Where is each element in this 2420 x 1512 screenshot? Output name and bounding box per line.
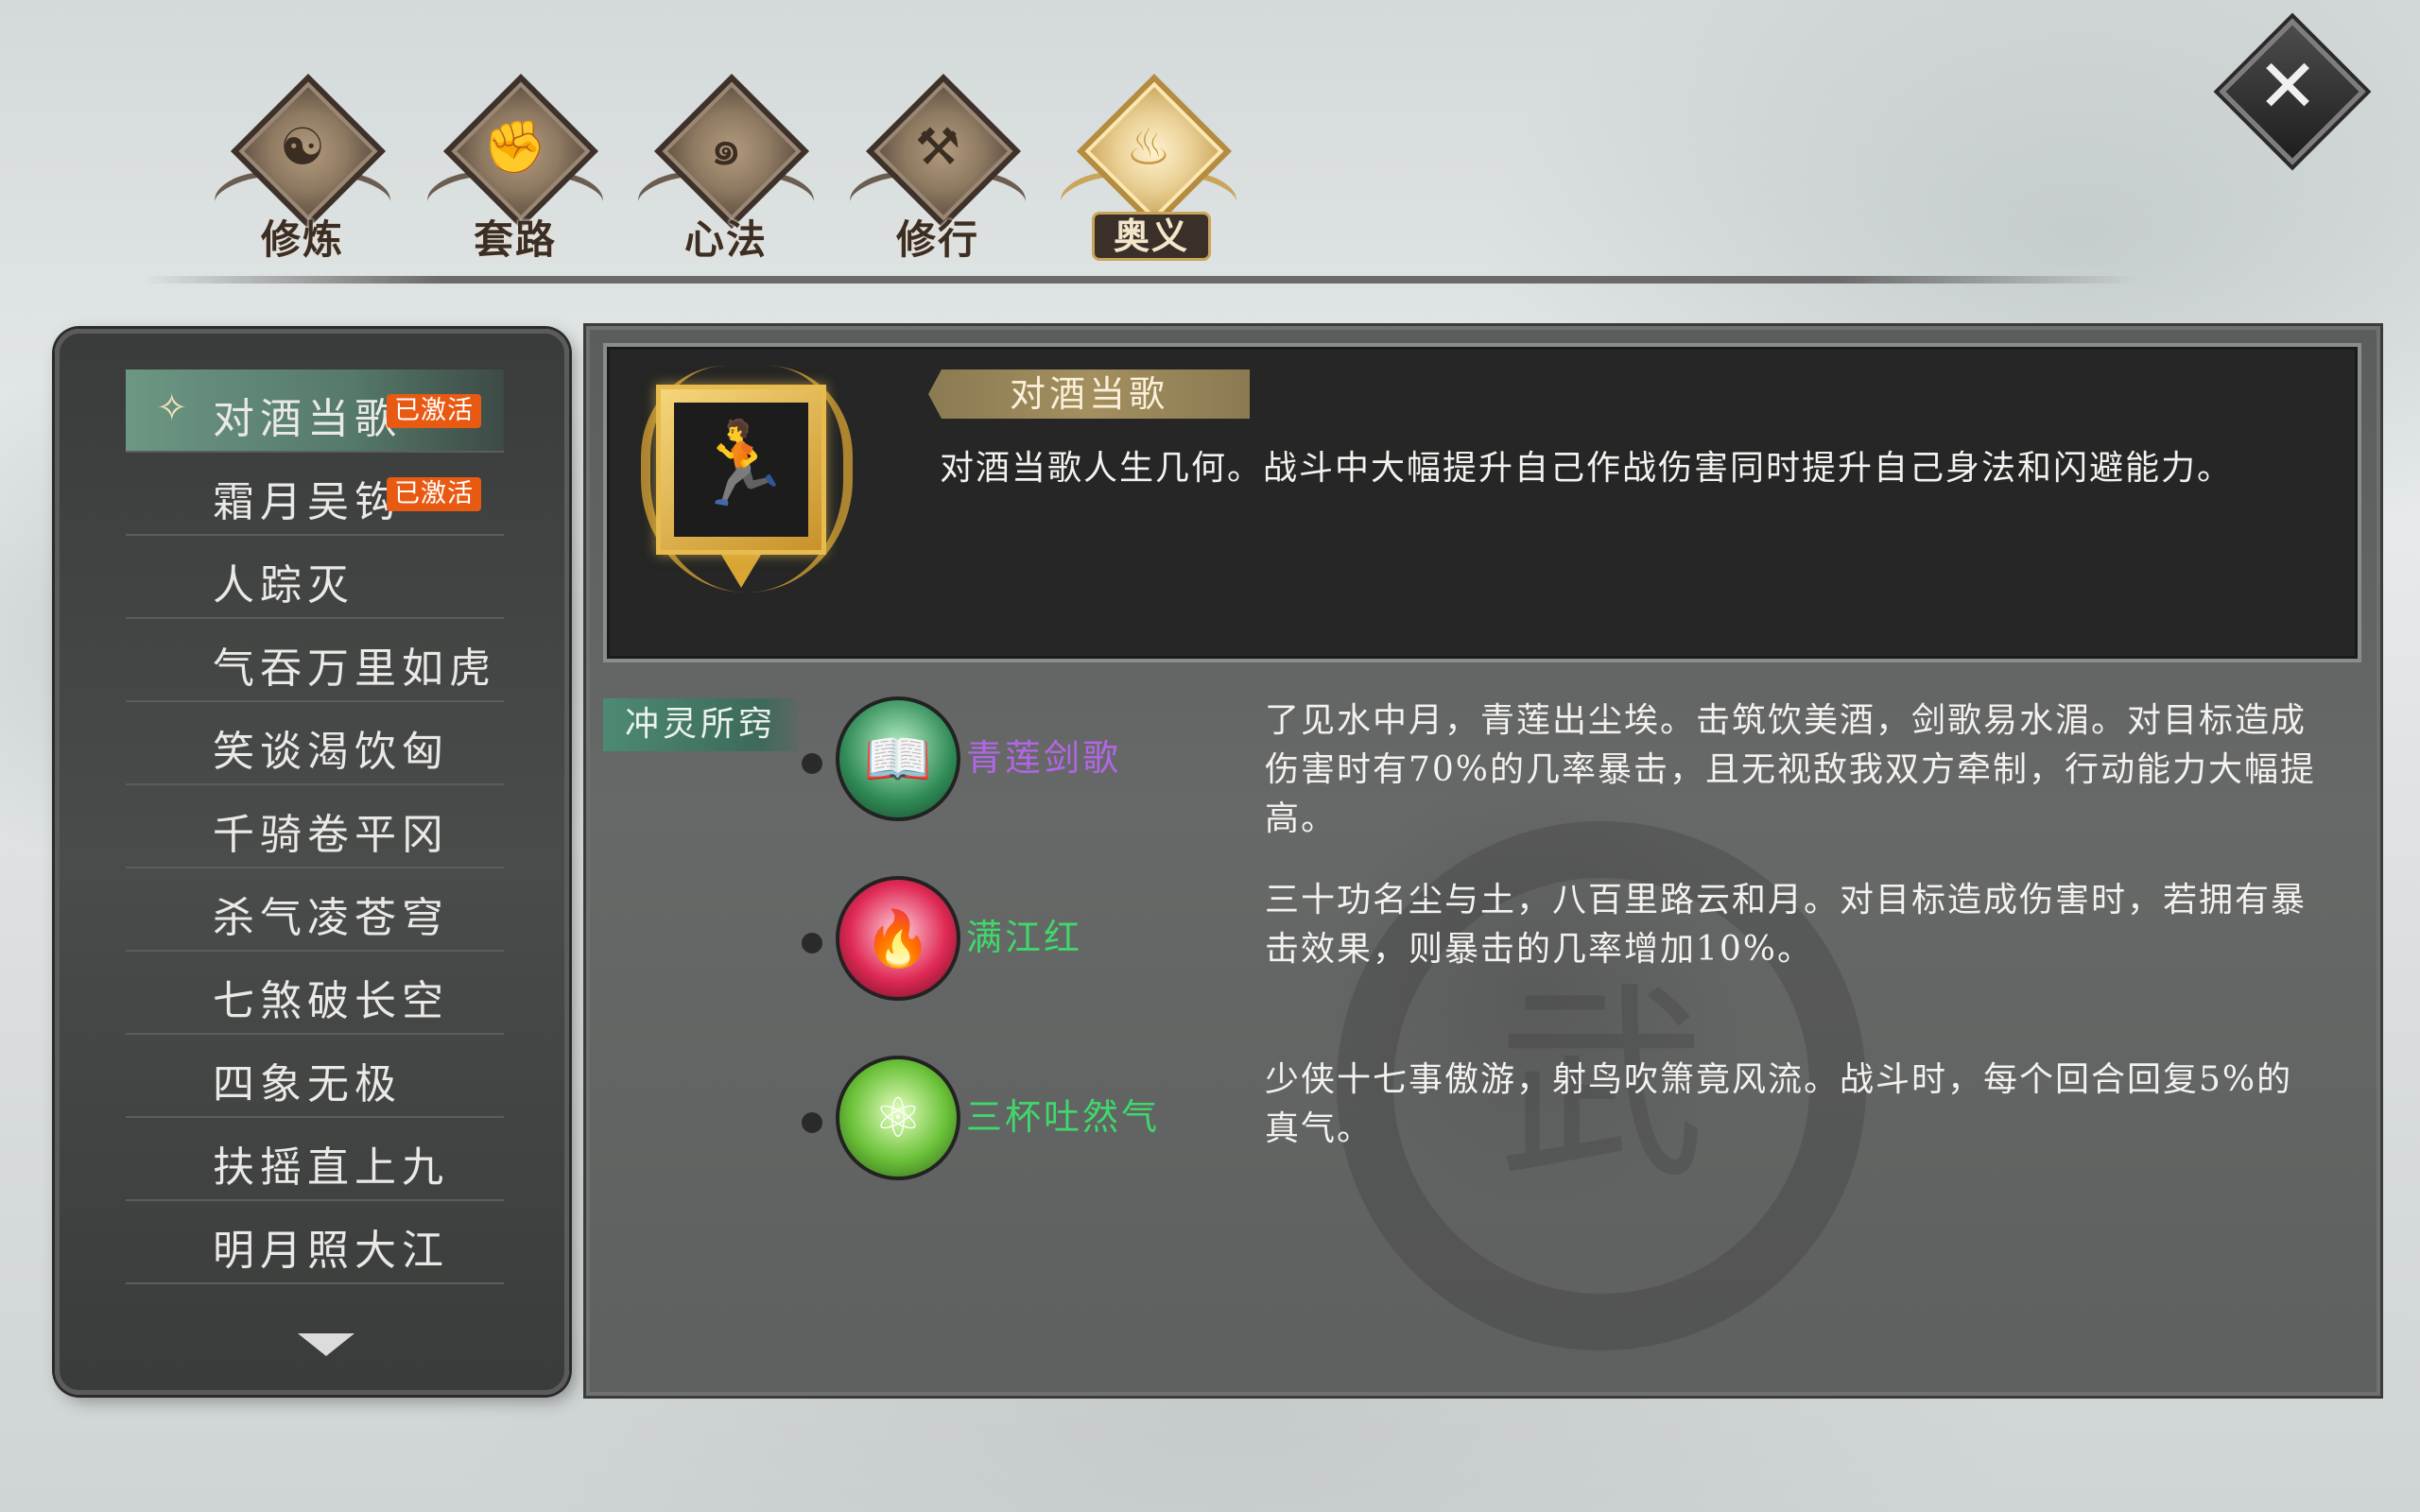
fist-icon: ✊ (483, 117, 547, 177)
sub-skill-name: 三杯吐然气 (966, 1096, 1161, 1138)
tab-cultivate[interactable]: ☯ 修炼 (208, 73, 397, 265)
list-item[interactable]: 明月照大江 (126, 1201, 504, 1284)
close-button[interactable] (2219, 18, 2366, 165)
green-rune-icon[interactable]: ⚛ (836, 1056, 960, 1180)
list-item[interactable]: ✧ 对酒当歌 已激活 (126, 369, 504, 453)
tab-label: 修炼 (260, 216, 344, 263)
icon-frame-tail (718, 550, 764, 588)
sub-skill-description: 了见水中月，青莲出尘埃。击筑饮美酒，剑歌易水湄。对目标造成伤害时有70%的几率暴… (1265, 701, 2317, 838)
list-item-name: 人踪灭 (213, 561, 354, 610)
yin-yang-icon: ☯ (279, 117, 326, 177)
list-item-name: 千骑卷平冈 (213, 811, 449, 859)
skill-list: ✧ 对酒当歌 已激活 霜月吴钩 已激活 人踪灭 气吞万里如虎 笑谈渴饮匈 千骑卷… (126, 369, 504, 1284)
list-item-name: 笑谈渴饮匈 (213, 728, 449, 776)
activated-badge: 已激活 (387, 477, 481, 511)
scroll-down-icon[interactable] (298, 1333, 354, 1356)
list-item[interactable]: 四象无极 (126, 1035, 504, 1118)
tab-practice[interactable]: ⚒ 修行 (843, 73, 1032, 265)
flame-icon: ♨ (1125, 117, 1172, 177)
skill-detail-panel: 武 🏃 对酒当歌 对酒当歌人生几何。战斗中大幅提升自己作战伤害同时提升自己身法和… (586, 326, 2380, 1396)
skill-summary-box: 🏃 对酒当歌 对酒当歌人生几何。战斗中大幅提升自己作战伤害同时提升自己身法和闪避… (603, 343, 2361, 662)
activated-badge: 已激活 (387, 394, 481, 428)
header-divider (142, 276, 2136, 284)
tab-label: 套路 (473, 216, 557, 263)
list-item-name: 气吞万里如虎 (213, 644, 496, 693)
tab-label: 修行 (895, 216, 979, 263)
sub-skill-row: 🔥 满江红 三十功名尘与土，八百里路云和月。对目标造成伤害时，若拥有暴击效果，则… (590, 876, 2367, 1018)
tab-mystery[interactable]: ♨ 奥义 (1054, 73, 1243, 265)
sub-skill-row: ⚛ 三杯吐然气 少侠十七事傲游，射鸟吹箫竟风流。战斗时，每个回合回复5%的真气。 (590, 1056, 2367, 1197)
lotus-book-icon[interactable]: 📖 (836, 696, 960, 821)
tab-label: 心法 (683, 216, 768, 263)
list-item[interactable]: 杀气凌苍穹 (126, 868, 504, 952)
sub-skill-name: 青莲剑歌 (966, 737, 1122, 779)
list-item[interactable]: 人踪灭 (126, 536, 504, 619)
list-item-name: 四象无极 (213, 1060, 402, 1108)
list-item-name: 七煞破长空 (213, 977, 449, 1025)
skill-description: 对酒当歌人生几何。战斗中大幅提升自己作战伤害同时提升自己身法和闪避能力。 (940, 449, 2234, 488)
list-item[interactable]: 霜月吴钩 已激活 (126, 453, 504, 536)
skill-list-panel: ✧ 对酒当歌 已激活 霜月吴钩 已激活 人踪灭 气吞万里如虎 笑谈渴饮匈 千骑卷… (55, 329, 569, 1395)
skill-icon: 🏃 (656, 385, 826, 555)
list-item[interactable]: 扶摇直上九 (126, 1118, 504, 1201)
selected-arrow-icon: ✧ (156, 387, 188, 430)
sub-skill-name: 满江红 (966, 917, 1083, 958)
list-item-name: 对酒当歌 (213, 395, 402, 443)
running-figure-icon: 🏃 (674, 403, 808, 537)
list-item-name: 杀气凌苍穹 (213, 894, 449, 942)
bullet-dot (802, 1112, 822, 1133)
swirl-icon: ๑ (709, 117, 743, 177)
tab-routine[interactable]: ✊ 套路 (421, 73, 610, 265)
scroll-icon: ⚒ (914, 117, 961, 177)
list-item[interactable]: 气吞万里如虎 (126, 619, 504, 702)
sub-skill-description: 三十功名尘与土，八百里路云和月。对目标造成伤害时，若拥有暴击效果，则暴击的几率增… (1265, 881, 2308, 969)
bullet-dot (802, 933, 822, 954)
list-item[interactable]: 七煞破长空 (126, 952, 504, 1035)
list-item[interactable]: 笑谈渴饮匈 (126, 702, 504, 785)
sub-skill-row: 📖 青莲剑歌 了见水中月，青莲出尘埃。击筑饮美酒，剑歌易水湄。对目标造成伤害时有… (590, 696, 2367, 838)
bullet-dot (802, 753, 822, 774)
red-flame-icon[interactable]: 🔥 (836, 876, 960, 1001)
skill-title: 对酒当歌 (928, 369, 1250, 419)
tab-label: 奥义 (1092, 212, 1211, 261)
sub-skill-description: 少侠十七事傲游，射鸟吹箫竟风流。战斗时，每个回合回复5%的真气。 (1265, 1060, 2293, 1148)
top-tab-bar: ☯ 修炼 ✊ 套路 ๑ 心法 ⚒ 修行 ♨ 奥义 (208, 73, 1295, 274)
list-item-name: 霜月吴钩 (213, 478, 402, 526)
tab-mind-method[interactable]: ๑ 心法 (631, 73, 821, 265)
list-item[interactable]: 千骑卷平冈 (126, 785, 504, 868)
list-item-name: 扶摇直上九 (213, 1143, 449, 1192)
list-item-name: 明月照大江 (213, 1227, 449, 1275)
